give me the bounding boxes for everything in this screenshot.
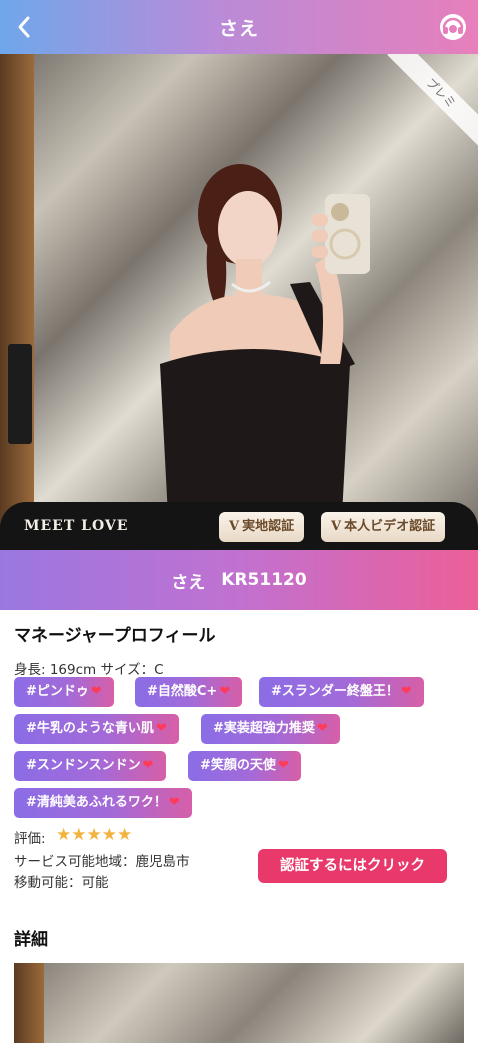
heart-icon: ❤ [400, 684, 412, 699]
details-title: 詳細 [14, 930, 48, 950]
tag-label: #実装超強力推奨 [213, 721, 315, 736]
tag-item[interactable]: #清純美あふれるワク！ ❤ [14, 788, 192, 818]
tag-item[interactable]: #実装超強力推奨 ❤ [201, 714, 340, 744]
profile-name: さえ [171, 572, 206, 593]
badge-label: 実地認証 [242, 519, 295, 534]
heart-icon: ❤ [219, 684, 231, 699]
meet-love-logo: MEET LOVE [24, 518, 129, 534]
heart-icon: ❤ [90, 684, 102, 699]
heart-icon: ❤ [277, 758, 289, 773]
tag-item[interactable]: #スンドンスンドン ❤ [14, 751, 166, 781]
door-frame [0, 54, 34, 550]
profile-photo[interactable]: プレミ [0, 54, 478, 550]
tag-item[interactable]: #自然酸C+ ❤ [135, 677, 243, 707]
tag-label: #笑顔の天使 [200, 758, 276, 773]
tag-label: #ピンドゥ [26, 684, 89, 699]
profile-name-bar: さえ KR51120 [0, 550, 478, 610]
headset-icon[interactable] [438, 12, 468, 42]
service-area: サービス可能地域：鹿児島市 [14, 854, 190, 870]
door-frame [14, 963, 44, 1043]
page-title: さえ [218, 17, 259, 40]
badge-label: 本人ビデオ認証 [344, 519, 436, 534]
tag-label: #自然酸C+ [147, 684, 218, 699]
detail-photo[interactable] [14, 963, 464, 1043]
heart-icon: ❤ [316, 721, 328, 736]
tag-label: #スランダー終盤王！ [271, 684, 399, 699]
chevron-left-icon[interactable] [10, 12, 40, 42]
top-bar: さえ [0, 0, 478, 54]
tag-label: #スンドンスンドン [26, 758, 141, 773]
profile-figure [160, 164, 370, 550]
rating-label: 評価: [14, 831, 46, 847]
tag-item[interactable]: #スランダー終盤王！ ❤ [259, 677, 424, 707]
premium-ribbon: プレミ [387, 54, 478, 147]
tag-label: #清純美あふれるワク！ [26, 795, 167, 810]
tag-item[interactable]: #笑顔の天使 ❤ [188, 751, 301, 781]
manager-profile-title: マネージャープロフィール [14, 626, 216, 646]
check-v-icon: V [331, 519, 342, 534]
video-verified-badge: V 本人ビデオ認証 [321, 512, 446, 542]
travel-availability: 移動可能：可能 [14, 875, 109, 891]
door-handle [8, 344, 32, 444]
heart-icon: ❤ [168, 795, 180, 810]
star-icon: ★★★★★ [56, 825, 133, 845]
tag-item[interactable]: #ピンドゥ ❤ [14, 677, 114, 707]
heart-icon: ❤ [142, 758, 154, 773]
tag-item[interactable]: #牛乳のような青い肌 ❤ [14, 714, 179, 744]
profile-id: KR51120 [221, 570, 307, 590]
heart-icon: ❤ [155, 721, 167, 736]
tag-label: #牛乳のような青い肌 [26, 721, 154, 736]
onsite-verified-badge: V 実地認証 [219, 512, 305, 542]
verify-button[interactable]: 認証するにはクリック [258, 849, 447, 883]
body-stats: 身長: 169cm サイズ：C [14, 662, 164, 678]
check-v-icon: V [229, 519, 240, 534]
